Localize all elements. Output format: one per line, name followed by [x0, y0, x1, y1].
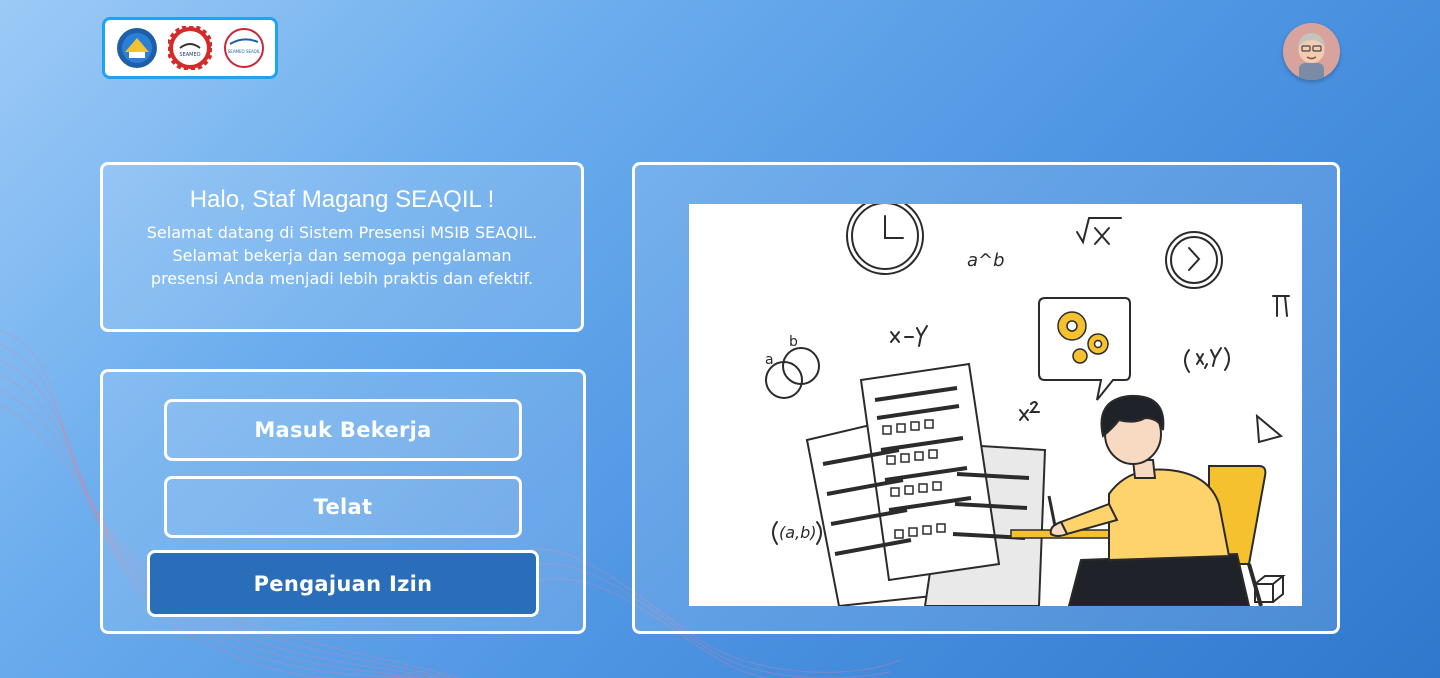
doodle-a: a — [765, 352, 774, 368]
doodle-b: b — [789, 334, 798, 350]
seameo-seaqil-logo: SEAMEO SEAQIL — [223, 28, 264, 68]
kemendikbud-logo — [116, 28, 157, 68]
user-avatar[interactable] — [1283, 23, 1340, 80]
welcome-card: Halo, Staf Magang SEAQIL ! Selamat datan… — [100, 162, 584, 332]
late-button[interactable]: Telat — [164, 476, 522, 538]
welcome-message: Selamat datang di Sistem Presensi MSIB S… — [146, 223, 538, 288]
welcome-title: Halo, Staf Magang SEAQIL ! — [189, 186, 495, 213]
gears-icon — [1057, 311, 1109, 364]
doodle-a-b-pair: (a,b) — [779, 523, 817, 542]
study-illustration: a^b a b (a,b) — [689, 197, 1302, 608]
doodle-a-pow-b: a^b — [967, 250, 1005, 271]
attendance-actions: Masuk Bekerja Telat Pengajuan Izin — [100, 369, 586, 634]
partner-logos: SEAMEO SEAMEO SEAQIL — [102, 17, 278, 79]
avatar-icon — [1283, 23, 1340, 80]
check-in-button[interactable]: Masuk Bekerja — [164, 399, 522, 461]
leave-request-button[interactable]: Pengajuan Izin — [147, 550, 539, 617]
seameo-logo: SEAMEO — [168, 26, 212, 70]
seaqil-logo-text: SEAMEO SEAQIL — [227, 49, 260, 54]
illustration-card: a^b a b (a,b) — [632, 162, 1340, 634]
student-studying-illustration: a^b a b (a,b) — [765, 197, 1290, 608]
seameo-logo-text: SEAMEO — [179, 52, 200, 58]
